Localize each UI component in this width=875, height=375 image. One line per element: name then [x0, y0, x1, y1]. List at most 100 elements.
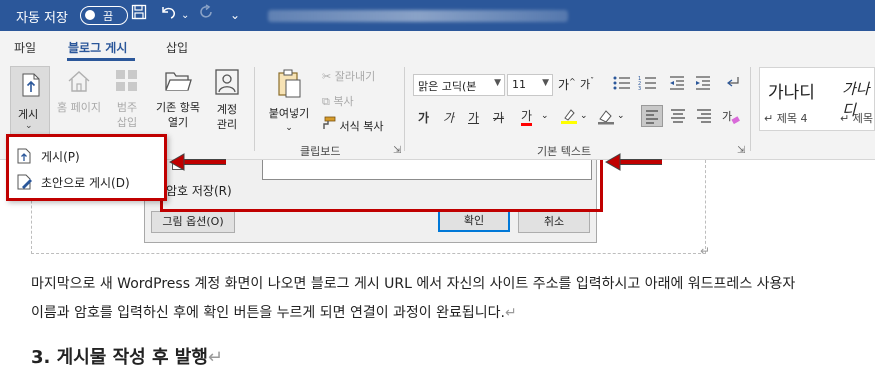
toggle-state: 끔: [103, 10, 114, 23]
font-size-dropdown-icon: ▼: [542, 78, 549, 88]
style-title[interactable]: 가나디 ↵ 제목: [838, 68, 875, 130]
manage-accounts-button[interactable]: 계정 관리: [210, 69, 244, 132]
paste-button[interactable]: 붙여넣기 ⌄: [262, 69, 316, 136]
grow-font-glyph: 가: [558, 78, 570, 92]
publish-button[interactable]: 게시 ⌄: [10, 66, 50, 138]
highlight-dropdown-icon[interactable]: ⌄: [580, 111, 588, 121]
numbering-icon[interactable]: 123: [638, 75, 658, 94]
strikethrough-button[interactable]: 가: [493, 109, 504, 126]
underline-button[interactable]: 가: [468, 109, 479, 126]
group-separator: [750, 67, 751, 151]
decrease-indent-icon[interactable]: [668, 75, 686, 94]
manage-accounts-label-line2: 관리: [216, 118, 238, 131]
highlight-icon[interactable]: [560, 107, 578, 128]
publish-small-icon: [17, 148, 33, 167]
manage-accounts-label-line1: 계정: [216, 103, 238, 116]
publish-dropdown-menu: 게시(P) 초안으로 게시(D): [6, 134, 167, 201]
tab-file[interactable]: 파일: [14, 39, 36, 56]
toggle-knob: [85, 10, 95, 20]
menu-item-publish-label: 게시(P): [41, 150, 80, 164]
autosave-label: 자동 저장: [16, 11, 68, 26]
picture-options-button[interactable]: 그림 옵션(O): [151, 211, 235, 233]
body-paragraph-line2-text: 이름과 암호를 입력하신 후에 확인 버튼을 누르게 되면 연결이 과정이 완료…: [31, 305, 505, 321]
grow-arrow-icon: ^: [569, 77, 576, 86]
styles-gallery: 가나디 ↵ 제목 4 가나디 ↵ 제목: [759, 67, 875, 131]
undo-icon[interactable]: [160, 4, 178, 24]
basic-text-group-label: 기본 텍스트: [537, 145, 592, 158]
account-icon: [210, 69, 244, 99]
publish-draft-icon: [17, 174, 33, 193]
ok-button[interactable]: 확인: [438, 210, 510, 232]
align-center-icon[interactable]: [668, 107, 688, 128]
bullets-icon[interactable]: [612, 75, 632, 94]
font-color-dropdown-icon[interactable]: ⌄: [541, 111, 549, 121]
shrink-font-glyph: 가: [580, 78, 591, 91]
font-name-box[interactable]: 맑은 고딕(본 ▼: [413, 74, 505, 96]
tab-insert[interactable]: 삽입: [166, 39, 188, 56]
cancel-button[interactable]: 취소: [518, 211, 590, 233]
shrink-font-button[interactable]: 가ˇ: [580, 76, 594, 92]
copy-icon: ⧉: [322, 95, 330, 108]
font-color-glyph: 가: [521, 109, 533, 123]
folder-icon: [150, 69, 206, 97]
style-title-name: ↵ 제목: [840, 112, 873, 125]
open-existing-button[interactable]: 기존 항목 열기: [150, 69, 206, 130]
clear-formatting-dropdown-icon[interactable]: ⌄: [617, 111, 625, 121]
home-page-label: 홈 페이지: [57, 101, 101, 114]
red-arrow-right-icon: [604, 153, 662, 171]
menu-bar: 파일 블로그 게시 삽입: [0, 31, 875, 61]
format-painter-button[interactable]: 서식 복사: [320, 116, 383, 134]
increase-indent-icon[interactable]: [694, 75, 712, 94]
clipboard-launcher-icon[interactable]: ⇲: [393, 145, 401, 156]
font-color-button[interactable]: 가: [521, 109, 533, 126]
group-separator: [254, 67, 255, 151]
menu-item-publish[interactable]: 게시(P): [17, 148, 80, 167]
style-heading4-label: 제목 4: [776, 112, 808, 125]
style-heading4-sample: 가나디: [768, 83, 815, 103]
undo-dropdown-icon[interactable]: ⌄: [181, 10, 189, 21]
format-painter-icon: [320, 116, 340, 133]
section-heading: 3. 게시물 작성 후 발행↵: [31, 343, 223, 369]
paste-label: 붙여넣기: [268, 107, 310, 120]
category-grid-icon: [108, 69, 146, 97]
paste-dropdown-icon: ⌄: [285, 123, 293, 133]
home-icon: [53, 69, 105, 97]
paragraph-mark: ↵: [700, 244, 711, 258]
italic-button[interactable]: 가: [443, 109, 454, 126]
save-icon[interactable]: [131, 4, 147, 24]
style-heading4-name: ↵ 제목 4: [764, 112, 808, 125]
grow-font-button[interactable]: 가^: [558, 76, 576, 93]
group-separator: [404, 67, 405, 151]
menu-item-publish-draft-label: 초안으로 게시(D): [41, 176, 130, 190]
menu-item-publish-draft[interactable]: 초안으로 게시(D): [17, 174, 130, 193]
tab-blog-post[interactable]: 블로그 게시: [68, 39, 127, 56]
category-label-line1: 범주: [116, 101, 138, 114]
font-size-box[interactable]: 11 ▼: [507, 74, 553, 96]
paragraph-mark: ↵: [207, 347, 224, 368]
title-bar: 자동 저장 끔 ⌄ ⌄: [0, 0, 875, 31]
section-heading-text: 3. 게시물 작성 후 발행: [31, 347, 208, 368]
style-heading4[interactable]: 가나디 ↵ 제목 4: [760, 68, 837, 130]
scissors-icon: ✂: [322, 70, 332, 83]
svg-text:3: 3: [638, 86, 641, 91]
copy-button: ⧉ 복사: [322, 93, 354, 109]
autosave-toggle[interactable]: 끔: [80, 6, 128, 25]
open-existing-label-line2: 열기: [167, 116, 189, 129]
style-title-label: 제목: [852, 112, 873, 125]
basic-text-launcher-icon[interactable]: ⇲: [737, 145, 745, 156]
align-left-button[interactable]: [641, 105, 663, 127]
align-right-icon[interactable]: [694, 107, 714, 128]
font-name-dropdown-icon: ▼: [494, 78, 501, 88]
redo-icon: [198, 4, 214, 24]
body-paragraph-line2: 이름과 암호를 입력하신 후에 확인 버튼을 누르게 되면 연결이 과정이 완료…: [31, 302, 517, 322]
clipboard-group-label: 클립보드: [300, 145, 341, 158]
bold-button[interactable]: 가: [418, 109, 429, 126]
customize-toolbar-icon[interactable]: ⌄: [230, 8, 240, 22]
copy-label: 복사: [333, 95, 354, 108]
svg-text:가: 가: [722, 110, 732, 123]
font-name-value: 맑은 고딕(본: [418, 80, 477, 93]
paragraph-direction-icon[interactable]: [724, 75, 742, 94]
styles-eraser-icon[interactable]: 가: [722, 108, 740, 129]
paste-icon: [262, 69, 316, 103]
clear-formatting-icon[interactable]: [597, 107, 615, 128]
